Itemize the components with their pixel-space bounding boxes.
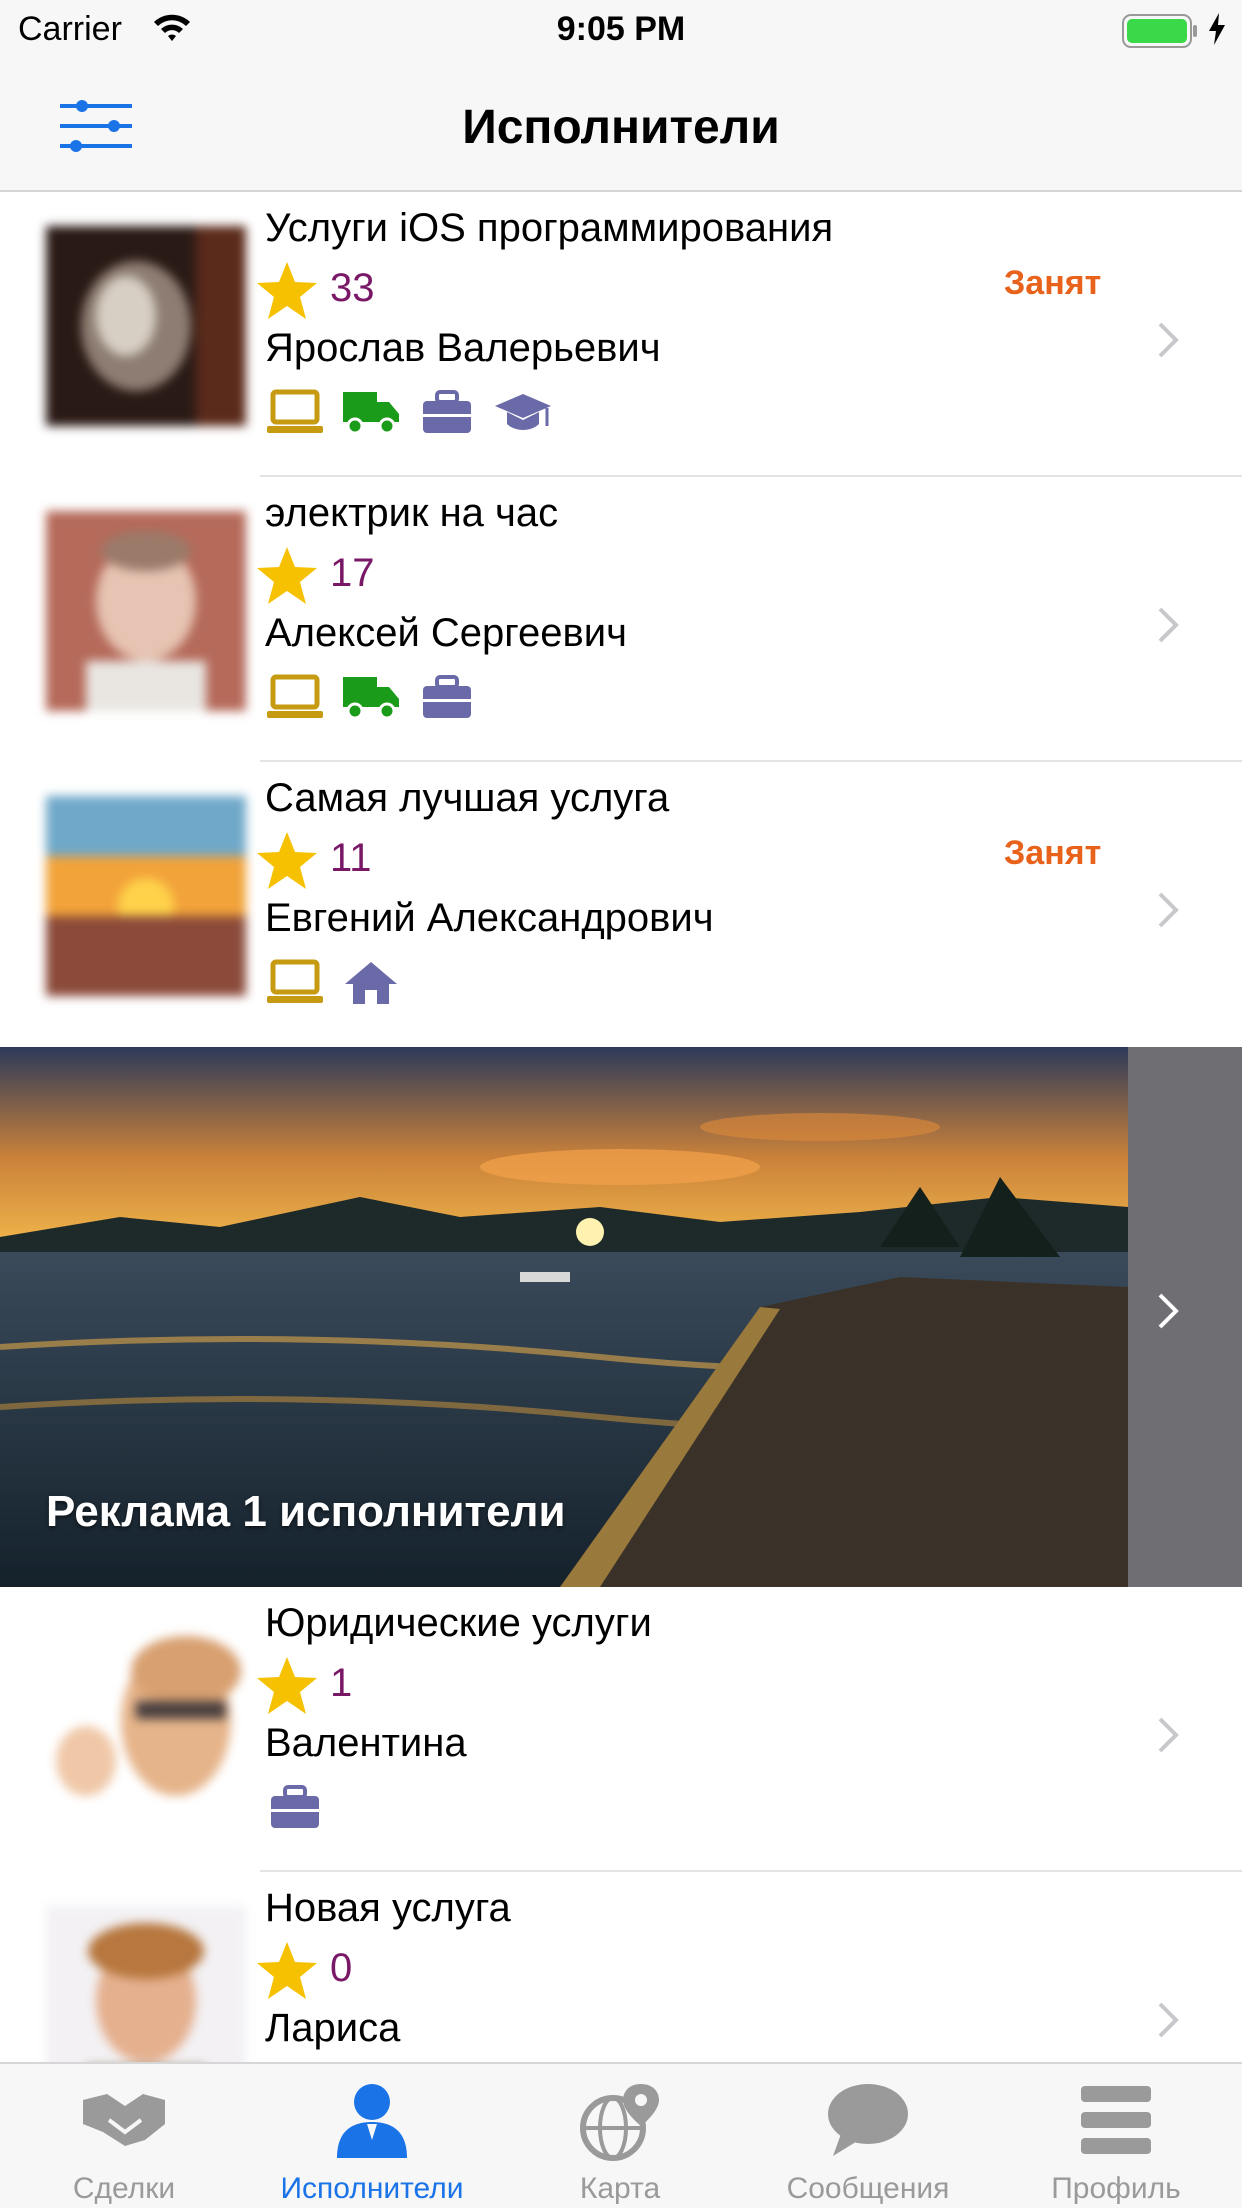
- rating-value: 33: [330, 266, 375, 310]
- rating-value: 0: [330, 1946, 353, 1990]
- chevron-right-icon: [1156, 890, 1180, 935]
- battery-icon: [1122, 14, 1198, 53]
- busy-status: Занят: [1004, 834, 1102, 872]
- tab-label: Карта: [579, 2172, 661, 2205]
- star-icon: [255, 828, 319, 897]
- star-icon: [255, 1653, 319, 1722]
- status-bar: Carrier 9:05 PM: [0, 0, 1242, 62]
- rating-value: 1: [330, 1661, 353, 1705]
- provider-name: Валентина: [265, 1721, 467, 1765]
- rating-value: 11: [330, 836, 372, 880]
- tab-bar: Сделки Исполнители Карта Сообщения Профи…: [0, 2062, 1242, 2208]
- provider-avatar: [46, 1621, 246, 1821]
- star-icon: [255, 258, 319, 327]
- category-icons: [265, 1783, 325, 1831]
- truck-icon: [341, 388, 401, 436]
- provider-avatar: [46, 1906, 246, 2062]
- rating-value: 17: [330, 551, 375, 595]
- category-icons: [265, 673, 477, 721]
- globe-pin-icon: [496, 2080, 744, 2164]
- service-title: Самая лучшая услуга: [265, 776, 670, 820]
- chevron-right-icon: [1156, 2000, 1180, 2045]
- provider-row[interactable]: Услуги iOS программирования 33 Занят Яро…: [0, 192, 1242, 477]
- briefcase-icon: [265, 1783, 325, 1831]
- tab-label: Сообщения: [786, 2172, 950, 2205]
- tab-map[interactable]: Карта: [496, 2064, 744, 2210]
- tab-label: Сделки: [72, 2172, 176, 2205]
- truck-icon: [341, 673, 401, 721]
- service-title: электрик на час: [265, 491, 559, 535]
- provider-name: Алексей Сергеевич: [265, 611, 627, 655]
- briefcase-icon: [417, 388, 477, 436]
- service-title: Новая услуга: [265, 1886, 511, 1930]
- laptop-icon: [265, 958, 325, 1006]
- laptop-icon: [265, 673, 325, 721]
- provider-name: Лариса: [265, 2006, 401, 2050]
- chevron-right-icon: [1156, 605, 1180, 650]
- service-title: Юридические услуги: [265, 1601, 652, 1645]
- provider-row[interactable]: Новая услуга 0 Лариса: [0, 1872, 1242, 2062]
- charging-icon: [1208, 12, 1226, 51]
- provider-row[interactable]: Юридические услуги 1 Валентина: [0, 1587, 1242, 1872]
- handshake-icon: [0, 2080, 248, 2164]
- provider-avatar: [46, 796, 246, 996]
- provider-name: Евгений Александрович: [265, 896, 714, 940]
- provider-avatar: [46, 511, 246, 711]
- chevron-right-icon: [1156, 1715, 1180, 1760]
- provider-avatar: [46, 226, 246, 426]
- star-icon: [255, 543, 319, 612]
- briefcase-icon: [417, 673, 477, 721]
- page-title: Исполнители: [462, 101, 780, 154]
- menu-icon: [992, 2080, 1240, 2164]
- category-icons: [265, 388, 553, 436]
- provider-name: Ярослав Валерьевич: [265, 326, 661, 370]
- providers-list: Услуги iOS программирования 33 Занят Яро…: [0, 192, 1242, 2062]
- provider-row[interactable]: Самая лучшая услуга 11 Занят Евгений Але…: [0, 762, 1242, 1047]
- home-icon: [341, 958, 401, 1006]
- chat-bubble-icon: [744, 2080, 992, 2164]
- category-icons: [265, 958, 401, 1006]
- chevron-right-icon: [1156, 1291, 1180, 1336]
- provider-row[interactable]: электрик на час 17 Алексей Сергеевич: [0, 477, 1242, 762]
- tab-label: Профиль: [1051, 2172, 1181, 2205]
- service-title: Услуги iOS программирования: [265, 206, 834, 250]
- navigation-bar: Исполнители: [0, 62, 1242, 192]
- tab-profile[interactable]: Профиль: [992, 2064, 1240, 2210]
- ad-banner[interactable]: Реклама 1 исполнители: [0, 1047, 1242, 1587]
- chevron-right-icon: [1156, 320, 1180, 365]
- star-icon: [255, 1938, 319, 2007]
- laptop-icon: [265, 388, 325, 436]
- clock: 9:05 PM: [556, 10, 686, 48]
- ad-label: Реклама 1 исполнители: [46, 1487, 566, 1536]
- ad-side-panel: [1128, 1047, 1242, 1587]
- person-icon: [248, 2080, 496, 2164]
- tab-deals[interactable]: Сделки: [0, 2064, 248, 2210]
- tab-label: Исполнители: [280, 2172, 464, 2205]
- busy-status: Занят: [1004, 264, 1102, 302]
- tab-performers[interactable]: Исполнители: [248, 2064, 496, 2210]
- graduation-cap-icon: [493, 388, 553, 436]
- tab-messages[interactable]: Сообщения: [744, 2064, 992, 2210]
